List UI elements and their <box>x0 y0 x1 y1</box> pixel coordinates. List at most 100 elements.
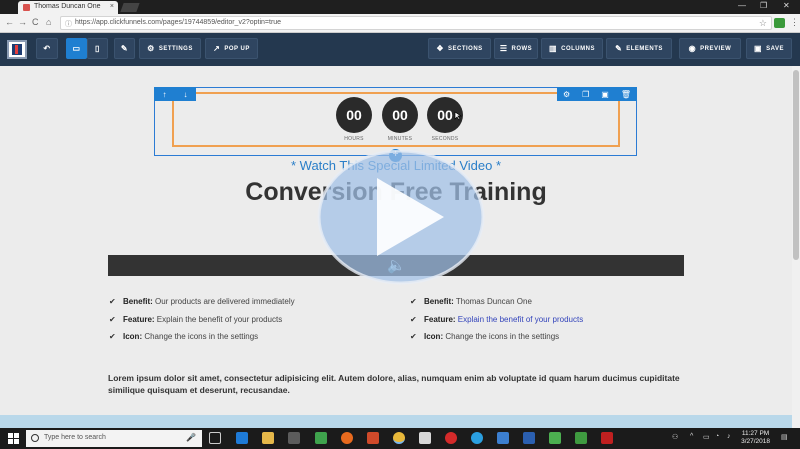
elements-label: ELEMENTS <box>626 45 663 52</box>
url-input[interactable]: ⓘ https://app.clickfunnels.com/pages/197… <box>60 16 772 30</box>
mouse-pointer-icon <box>454 111 462 121</box>
mobile-view-button[interactable]: ▯ <box>87 38 108 59</box>
magic-wand-button[interactable]: ✎ <box>114 38 135 59</box>
android-icon[interactable] <box>549 432 561 444</box>
sections-button[interactable]: ❖ SECTIONS <box>428 38 491 59</box>
elements-button[interactable]: ✎ ELEMENTS <box>606 38 672 59</box>
skype-icon[interactable] <box>471 432 483 444</box>
people-icon[interactable]: ⚇ <box>672 433 678 441</box>
row-duplicate-icon[interactable]: ❐ <box>582 90 589 99</box>
move-down-icon[interactable]: ↓ <box>184 90 188 99</box>
notification-icon[interactable]: ▤ <box>781 433 788 441</box>
columns-icon: ▥ <box>549 44 558 53</box>
bullet-text: Change the icons in the settings <box>443 332 560 341</box>
mail-icon[interactable] <box>419 432 431 444</box>
url-text: https://app.clickfunnels.com/pages/19744… <box>75 19 282 26</box>
bullet-label: Benefit: <box>424 297 454 306</box>
clock-date: 3/27/2018 <box>741 438 770 446</box>
mobile-icon: ▯ <box>95 44 100 53</box>
play-video-icon[interactable] <box>317 150 485 285</box>
body-paragraph[interactable]: Lorem ipsum dolor sit amet, consectetur … <box>108 372 684 397</box>
editor-toolbar: ↶ ▭ ▯ ✎ ⚙ SETTINGS ↗ POP UP ❖ SECTIONS ☰… <box>0 33 800 66</box>
gear-icon: ⚙ <box>147 44 155 53</box>
taskbar-clock[interactable]: 11:27 PM 3/27/2018 <box>741 430 770 447</box>
camera-icon[interactable] <box>497 432 509 444</box>
file-explorer-icon[interactable] <box>262 432 274 444</box>
close-window-icon[interactable]: ✕ <box>783 1 790 10</box>
minimize-icon[interactable]: — <box>738 1 746 10</box>
undo-button[interactable]: ↶ <box>36 38 58 59</box>
countdown-hours-label: HOURS <box>344 136 364 142</box>
preview-label: PREVIEW <box>700 45 732 52</box>
browser-tab[interactable]: Thomas Duncan One × <box>18 1 118 14</box>
columns-button[interactable]: ▥ COLUMNS <box>541 38 603 59</box>
bullet-item[interactable]: ✔ Benefit: Thomas Duncan One <box>410 297 532 306</box>
home-icon[interactable]: ⌂ <box>46 17 51 27</box>
save-icon: ▣ <box>754 44 763 53</box>
clock-time: 11:27 PM <box>741 430 770 437</box>
bullet-text: Change the icons in the settings <box>142 332 259 341</box>
clickfunnels-logo[interactable] <box>7 40 27 59</box>
tab-close-icon[interactable]: × <box>110 3 114 10</box>
bullet-item[interactable]: ✔ Icon: Change the icons in the settings <box>109 332 258 341</box>
microphone-icon[interactable]: 🎤 <box>186 433 196 442</box>
bullet-item[interactable]: ✔ Feature: Explain the benefit of your pr… <box>410 315 583 324</box>
store-icon[interactable] <box>288 432 300 444</box>
row-delete-icon[interactable]: 🗑 <box>621 90 631 99</box>
save-label: SAVE <box>766 45 784 52</box>
tray-chevron-icon[interactable]: ^ <box>690 433 693 440</box>
firefox-icon[interactable] <box>341 432 353 444</box>
word-icon[interactable] <box>523 432 535 444</box>
bookmark-star-icon[interactable]: ☆ <box>759 18 767 29</box>
new-tab-button[interactable] <box>120 3 140 12</box>
volume-icon[interactable]: ♪ <box>727 433 731 440</box>
countdown-hours: 00 <box>336 97 372 133</box>
bullet-label: Icon: <box>123 332 143 341</box>
camtasia-recorder-icon[interactable] <box>575 432 587 444</box>
row-save-icon[interactable]: ▣ <box>601 90 609 99</box>
battery-icon[interactable]: ▭ <box>703 433 710 441</box>
browser-menu-icon[interactable]: ⋮ <box>790 17 799 28</box>
network-icon[interactable]: ◔ <box>715 433 719 440</box>
extension-icon[interactable] <box>774 18 785 28</box>
sections-label: SECTIONS <box>448 45 483 52</box>
sections-icon: ❖ <box>436 44 444 53</box>
check-icon: ✔ <box>109 297 116 306</box>
site-info-icon[interactable]: ⓘ <box>65 19 72 29</box>
settings-button[interactable]: ⚙ SETTINGS <box>139 38 201 59</box>
powerpoint-icon[interactable] <box>367 432 379 444</box>
countdown-seconds-label: SECONDS <box>431 136 459 142</box>
edge-icon[interactable] <box>236 432 248 444</box>
windows-start-icon[interactable] <box>8 433 19 444</box>
bullet-label: Benefit: <box>123 297 153 306</box>
filezilla-icon[interactable] <box>601 432 613 444</box>
save-button[interactable]: ▣ SAVE <box>746 38 792 59</box>
taskbar-search-placeholder: Type here to search <box>44 434 106 441</box>
opera-icon[interactable] <box>445 432 457 444</box>
reload-icon[interactable]: C <box>32 17 39 27</box>
bullet-item[interactable]: ✔ Benefit: Our products are delivered imm… <box>109 297 295 306</box>
rows-button[interactable]: ☰ ROWS <box>494 38 538 59</box>
desktop-view-button[interactable]: ▭ <box>66 38 87 59</box>
forward-icon[interactable]: → <box>18 17 27 27</box>
task-view-icon[interactable] <box>209 432 221 444</box>
rows-icon: ☰ <box>499 44 508 53</box>
check-icon: ✔ <box>109 332 116 341</box>
bullet-item[interactable]: ✔ Feature: Explain the benefit of your pr… <box>109 315 282 324</box>
bullet-text: Explain the benefit of your products <box>455 315 584 324</box>
popup-button[interactable]: ↗ POP UP <box>205 38 258 59</box>
preview-button[interactable]: ◉ PREVIEW <box>679 38 741 59</box>
row-settings-icon[interactable]: ⚙ <box>563 90 570 99</box>
maximize-icon[interactable]: ❐ <box>760 1 767 10</box>
move-up-icon[interactable]: ↑ <box>163 90 167 99</box>
taskbar-search-input[interactable]: Type here to search 🎤 <box>26 430 202 447</box>
wand-icon: ✎ <box>120 44 129 53</box>
next-section-strip[interactable] <box>0 415 792 428</box>
back-icon[interactable]: ← <box>5 17 14 27</box>
bullet-item[interactable]: ✔ Icon: Change the icons in the settings <box>410 332 559 341</box>
check-icon: ✔ <box>410 315 417 324</box>
chrome-icon[interactable] <box>393 432 405 444</box>
canvas-scrollbar-thumb[interactable] <box>793 70 799 260</box>
rows-label: ROWS <box>511 45 533 52</box>
camtasia-icon[interactable] <box>315 432 327 444</box>
